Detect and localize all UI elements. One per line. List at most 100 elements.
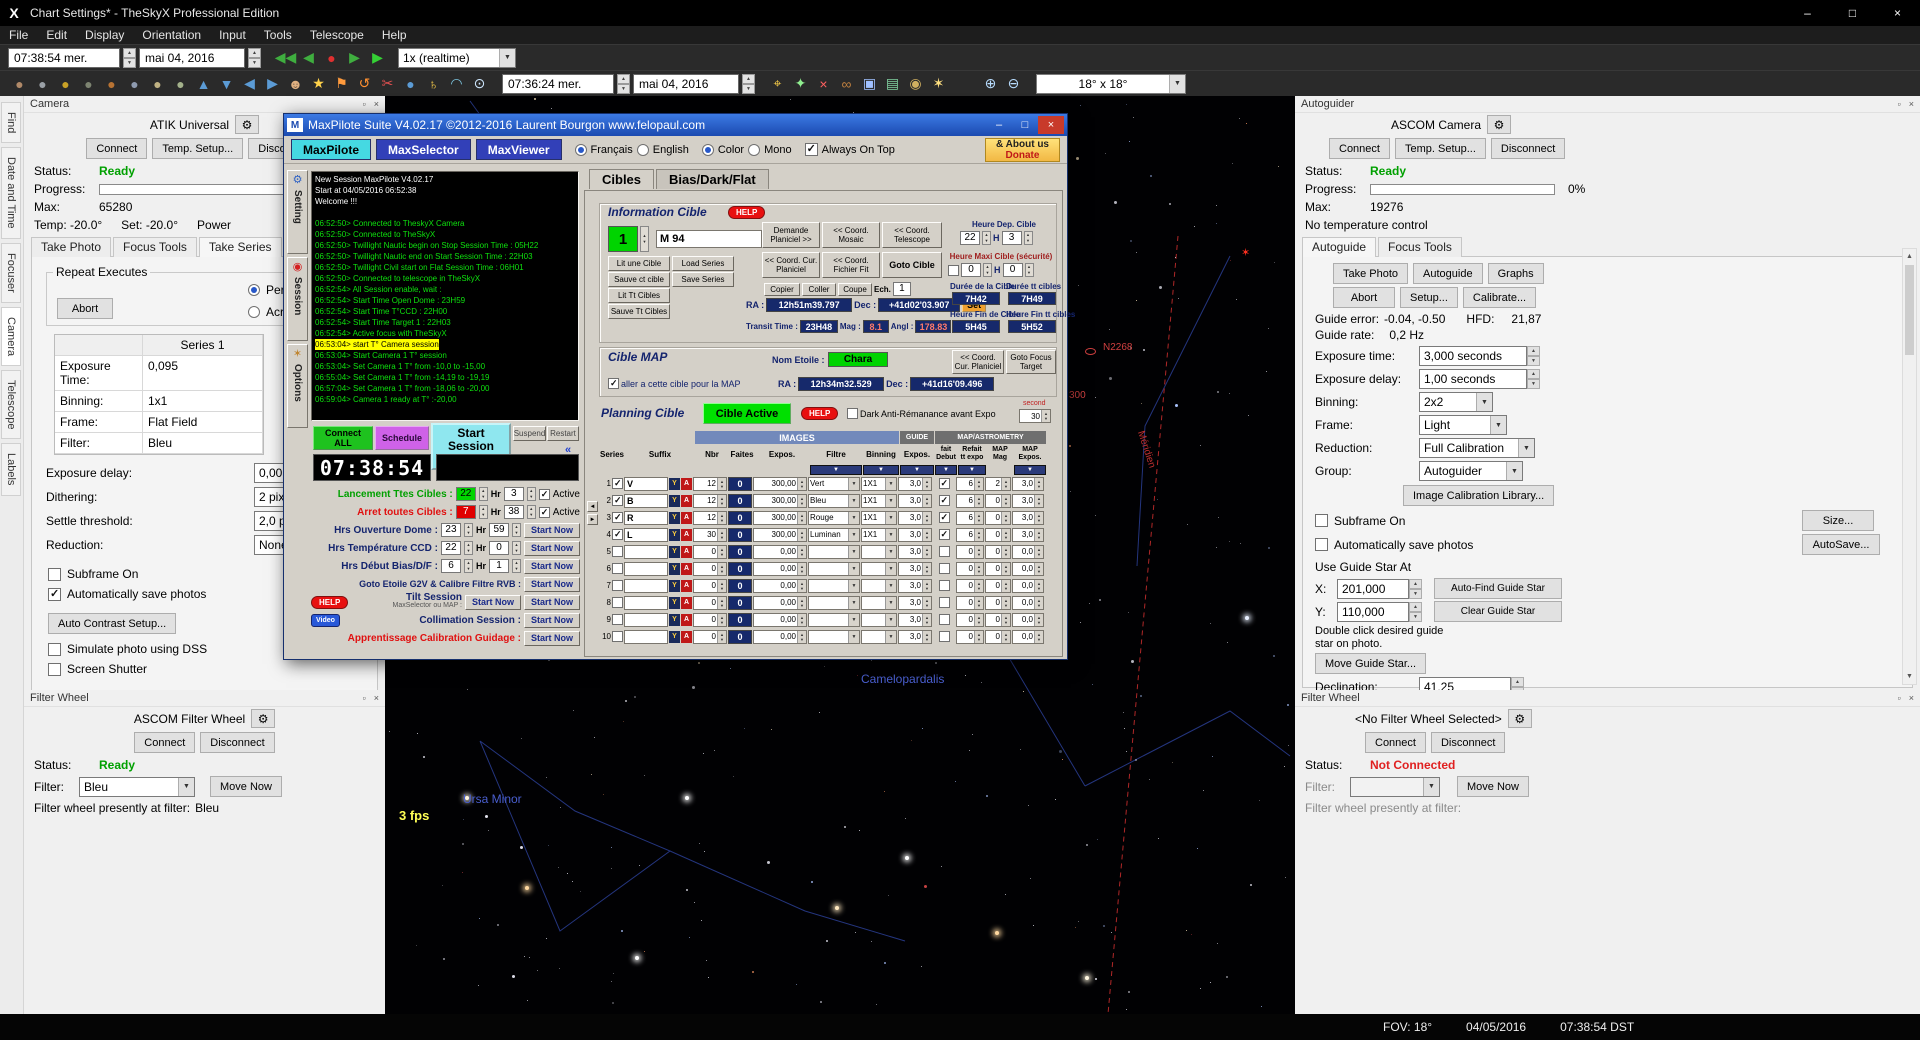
row-copy-icon[interactable]: Y <box>669 512 680 524</box>
arrow-right-icon[interactable]: ▶ <box>261 72 284 96</box>
nbr-field[interactable]: 0 <box>693 579 727 593</box>
map-exposure-field[interactable]: 3,0 <box>1012 494 1044 508</box>
refait-field[interactable]: 6 <box>956 494 984 508</box>
ccd-minute-field[interactable]: 0 <box>489 541 509 555</box>
tilt-map-start-now-button[interactable]: Start Now <box>524 595 580 610</box>
dock-tab-telescope[interactable]: Telescope <box>1 370 21 440</box>
map-mag-field[interactable]: 0 <box>985 494 1011 508</box>
guide-exposure-field[interactable]: 3,0 <box>898 630 932 644</box>
row-clear-icon[interactable]: A <box>681 478 692 490</box>
spinner-icon[interactable] <box>797 597 806 609</box>
spinner-icon[interactable] <box>1025 263 1034 277</box>
binning-select[interactable]: ▼ <box>861 545 897 559</box>
autoguider-connect-button[interactable]: Connect <box>1329 138 1390 159</box>
ag-abort-button[interactable]: Abort <box>1333 287 1395 308</box>
sauve-ct-cible-button[interactable]: Sauve ct cible <box>608 272 670 287</box>
column-dropdown-icon[interactable]: ▼ <box>1014 465 1046 475</box>
orb-1-icon[interactable]: ● <box>8 72 31 96</box>
map-fait-checkbox[interactable] <box>939 614 950 625</box>
row-copy-icon[interactable]: Y <box>669 478 680 490</box>
spinner-icon[interactable] <box>1001 512 1010 524</box>
map-fait-checkbox[interactable] <box>939 580 950 591</box>
rewind-icon[interactable]: ◀◀ <box>274 46 297 70</box>
chevron-down-icon[interactable]: ▼ <box>848 546 859 558</box>
refait-field[interactable]: 0 <box>956 630 984 644</box>
row-enabled-checkbox[interactable] <box>612 580 623 591</box>
spinner-icon[interactable] <box>797 631 806 643</box>
orb-5-icon[interactable]: ● <box>100 72 123 96</box>
column-dropdown-icon[interactable]: ▼ <box>900 465 934 475</box>
menu-orientation[interactable]: Orientation <box>133 26 210 44</box>
map-exposure-field[interactable]: 3,0 <box>1012 511 1044 525</box>
chart-date-field[interactable]: mai 04, 2016 <box>633 74 739 94</box>
connect-all-button[interactable]: ConnectALL <box>313 426 373 450</box>
spinner-icon[interactable] <box>464 559 473 573</box>
always-on-top-option[interactable]: Always On Top <box>805 143 895 156</box>
chart-date-spinner[interactable]: ▲▼ <box>742 74 755 94</box>
schedule-button[interactable]: Schedule <box>375 426 429 450</box>
maxpilote-minimize-button[interactable]: – <box>986 116 1012 134</box>
map-exposure-field[interactable]: 3,0 <box>1012 477 1044 491</box>
chevron-down-icon[interactable]: ▼ <box>848 495 859 507</box>
ag-binning-select[interactable]: 2x2▼ <box>1419 392 1493 412</box>
chevron-down-icon[interactable]: ▼ <box>885 529 896 541</box>
row-copy-icon[interactable]: Y <box>669 563 680 575</box>
clock-icon[interactable]: ⊙ <box>468 72 491 96</box>
dock-float-icon[interactable]: ▫ <box>363 693 366 703</box>
clear-guide-star-button[interactable]: Clear Guide Star <box>1434 601 1562 622</box>
spinner-icon[interactable] <box>717 495 726 507</box>
filter-wheel-connect-button[interactable]: Connect <box>134 732 195 753</box>
spinner-icon[interactable] <box>922 546 931 558</box>
camera-dock-titlebar[interactable]: Camera ▫ × <box>24 96 385 113</box>
across-series-radio[interactable] <box>248 306 260 318</box>
binning-cell[interactable]: 1x1 <box>143 391 263 412</box>
lit-tt-cibles-button[interactable]: Lit Tt Cibles <box>608 288 670 303</box>
spinner-icon[interactable] <box>717 631 726 643</box>
spinner-icon[interactable] <box>1034 546 1043 558</box>
map-mag-field[interactable]: 0 <box>985 613 1011 627</box>
dock-float-icon[interactable]: ▫ <box>363 99 366 109</box>
dock-close-icon[interactable]: × <box>1909 99 1914 109</box>
spinner-icon[interactable] <box>1034 580 1043 592</box>
play-icon[interactable]: ▶ <box>366 46 389 70</box>
row-clear-icon[interactable]: A <box>681 495 692 507</box>
per-series-radio[interactable] <box>248 284 260 296</box>
dark-antiremanance-checkbox[interactable] <box>847 408 858 419</box>
filter-select[interactable]: ▼ <box>808 579 860 593</box>
screen-shutter-checkbox[interactable] <box>48 663 61 676</box>
chevron-down-icon[interactable]: ▼ <box>848 597 859 609</box>
tab-bias-dark-flat[interactable]: Bias/Dark/Flat <box>656 169 769 189</box>
delete-icon[interactable]: × <box>812 72 835 96</box>
menu-tools[interactable]: Tools <box>255 26 301 44</box>
autoguider-dock-titlebar[interactable]: Autoguider ▫ × <box>1295 96 1920 113</box>
spinner-icon[interactable] <box>797 614 806 626</box>
ech-field[interactable]: 1 <box>893 282 911 296</box>
target-ra-field[interactable]: 12h51m39.797 <box>766 298 852 312</box>
guide-star-x-field[interactable]: 201,000▲▼ <box>1337 579 1422 599</box>
map-exposure-field[interactable]: 0,0 <box>1012 596 1044 610</box>
map-fait-checkbox[interactable] <box>939 495 950 506</box>
map-goto-checkbox[interactable] <box>608 378 619 389</box>
spinner-icon[interactable] <box>717 580 726 592</box>
arrow-down-icon[interactable]: ▼ <box>215 72 238 96</box>
column-dropdown-icon[interactable]: ▼ <box>863 465 899 475</box>
suffix-field[interactable] <box>624 545 668 559</box>
menu-telescope[interactable]: Telescope <box>301 26 373 44</box>
row-enabled-checkbox[interactable] <box>612 495 623 506</box>
chevron-down-icon[interactable]: ▼ <box>1490 416 1506 434</box>
ccd-start-now-button[interactable]: Start Now <box>524 541 580 556</box>
binning-select[interactable]: ▼ <box>861 630 897 644</box>
guide-exposure-field[interactable]: 3,0 <box>898 494 932 508</box>
maxpilote-close-button[interactable]: × <box>1038 116 1064 134</box>
ag-autosave-button[interactable]: AutoSave... <box>1802 534 1880 555</box>
auto-find-guide-star-button[interactable]: Auto-Find Guide Star <box>1434 578 1562 599</box>
dock-close-icon[interactable]: × <box>1909 693 1914 703</box>
spinner-icon[interactable] <box>1001 580 1010 592</box>
chevron-down-icon[interactable]: ▼ <box>178 778 194 796</box>
binning-select[interactable]: ▼ <box>861 613 897 627</box>
spinner-icon[interactable] <box>512 559 521 573</box>
spinner-icon[interactable] <box>974 512 983 524</box>
chevron-down-icon[interactable]: ▼ <box>885 580 896 592</box>
nbr-field[interactable]: 30 <box>693 528 727 542</box>
orb-4-icon[interactable]: ● <box>77 72 100 96</box>
